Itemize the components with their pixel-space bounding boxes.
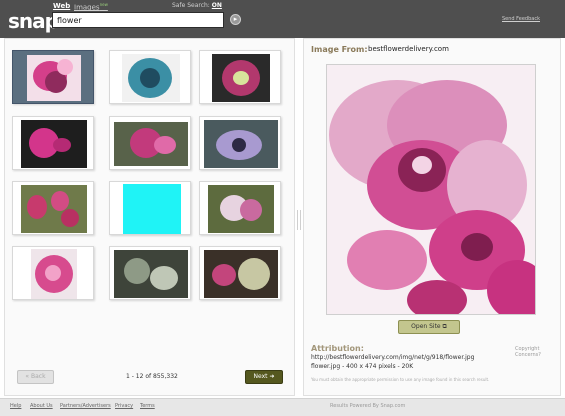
image-meta: flower.jpg - 400 x 474 pixels - 20K	[311, 363, 414, 370]
footer: Help About Us Partners/Advertisers Priva…	[0, 398, 565, 416]
arrow-right-icon: ➜	[269, 373, 275, 380]
disclaimer-text: You must obtain the appropriate permissi…	[311, 377, 490, 382]
thumbnail-10[interactable]	[12, 246, 94, 300]
orchid-image	[327, 65, 535, 314]
flower-image	[204, 250, 278, 298]
thumbnail-5[interactable]	[109, 116, 191, 170]
flower-image	[208, 185, 274, 233]
footer-note: Results Powered By Snap.com	[330, 403, 406, 409]
panel-resize-handle[interactable]	[297, 210, 301, 230]
thumbnail-6[interactable]	[199, 116, 281, 170]
image-source-domain[interactable]: bestflowerdelivery.com	[368, 45, 449, 53]
flower-image	[31, 249, 77, 299]
result-count: 1 - 12 of 855,332	[126, 373, 178, 380]
next-button[interactable]: Next ➜	[245, 370, 283, 384]
flower-image	[114, 122, 188, 166]
search-go-button[interactable]: ▸	[230, 14, 241, 25]
thumbnail-7[interactable]	[12, 181, 94, 235]
external-link-icon: ⧉	[442, 323, 447, 330]
results-panel: « Back 1 - 12 of 855,332 Next ➜	[4, 38, 295, 396]
attribution-label: Attribution:	[311, 344, 364, 353]
flower-image	[204, 120, 278, 168]
preview-panel: Image From: bestflowerdelivery.com Open …	[303, 38, 561, 396]
preview-image[interactable]	[326, 64, 536, 315]
flower-image	[212, 54, 270, 102]
flower-image	[123, 184, 181, 234]
tab-images[interactable]: Imagesnew	[74, 2, 108, 11]
flower-image	[114, 250, 188, 298]
thumbnail-8[interactable]	[109, 181, 191, 235]
thumbnail-2[interactable]	[109, 50, 191, 104]
back-button[interactable]: « Back	[17, 370, 54, 384]
footer-link-help[interactable]: Help	[10, 403, 21, 409]
send-feedback-link[interactable]: Send Feedback	[502, 16, 540, 22]
new-badge: new	[99, 2, 108, 7]
thumbnail-12[interactable]	[199, 246, 281, 300]
flower-image	[21, 185, 87, 233]
thumbnail-9[interactable]	[199, 181, 281, 235]
tab-web[interactable]: Web	[53, 2, 70, 10]
flower-image	[122, 54, 180, 102]
thumbnail-4[interactable]	[12, 116, 94, 170]
top-bar: snap• Web Imagesnew Safe Search: ON ▸ Se…	[0, 0, 565, 38]
footer-link-partners[interactable]: Partners/Advertisers	[60, 403, 111, 409]
footer-link-about[interactable]: About Us	[30, 403, 53, 409]
open-site-button[interactable]: Open Site ⧉	[398, 320, 460, 334]
arrow-right-icon: ▸	[233, 15, 238, 23]
copyright-concerns-link[interactable]: Copyright Concerns?	[515, 346, 560, 358]
flower-image	[27, 55, 81, 101]
safe-search-toggle[interactable]: Safe Search: ON	[172, 2, 222, 9]
footer-link-privacy[interactable]: Privacy	[115, 403, 133, 409]
image-from-label: Image From:	[311, 45, 368, 54]
search-input[interactable]	[52, 12, 224, 28]
thumbnail-1[interactable]	[12, 50, 94, 104]
thumbnail-11[interactable]	[109, 246, 191, 300]
image-url[interactable]: http://bestflowerdelivery.com/img/net/g/…	[311, 354, 474, 361]
footer-link-terms[interactable]: Terms	[140, 403, 155, 409]
flower-image	[21, 120, 87, 168]
thumbnail-3[interactable]	[199, 50, 281, 104]
